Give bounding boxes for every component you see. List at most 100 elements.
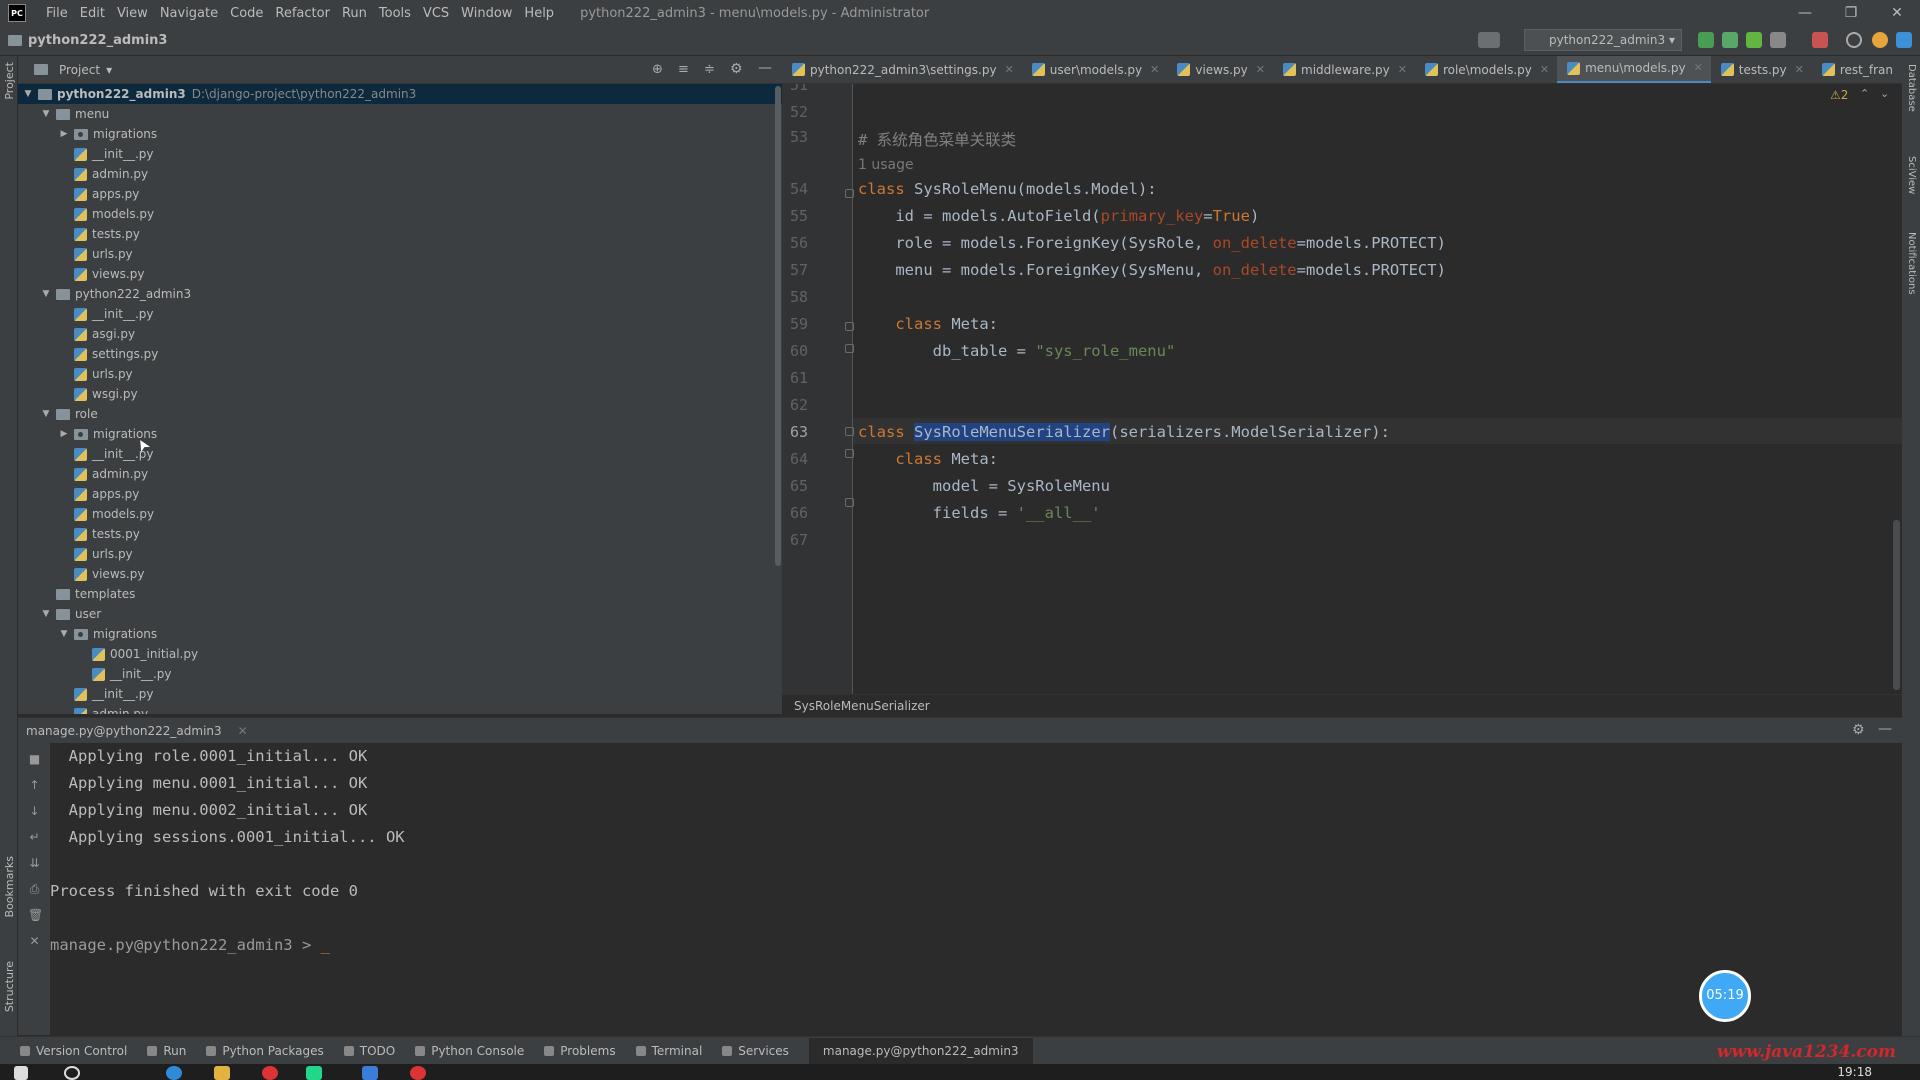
scroll-to-end-icon[interactable]: ⇊ xyxy=(28,857,41,870)
debug-icon[interactable] xyxy=(1722,32,1738,48)
tree-item[interactable]: templates xyxy=(40,584,135,604)
minimize-button[interactable]: — xyxy=(1782,0,1828,26)
trash-icon[interactable]: 🗑 xyxy=(28,909,43,922)
tool-window-run[interactable]: Run xyxy=(147,1044,186,1058)
chevron-down-icon[interactable]: ▼ xyxy=(58,624,70,644)
tree-item[interactable]: admin.py xyxy=(58,164,148,184)
collapse-all-icon[interactable]: ≑ xyxy=(704,62,715,77)
hide-panel-icon[interactable]: — xyxy=(758,60,772,76)
tool-window-terminal[interactable]: Terminal xyxy=(635,1044,702,1058)
chevron-down-icon[interactable]: ▼ xyxy=(40,284,52,304)
tree-item[interactable]: views.py xyxy=(58,264,144,284)
chevron-down-icon[interactable]: ▼ xyxy=(40,604,52,624)
close-icon[interactable]: ✕ xyxy=(28,935,41,948)
inspection-warnings-badge[interactable]: ⚠2 xyxy=(1830,88,1848,102)
profile-icon[interactable] xyxy=(1770,32,1786,48)
coverage-icon[interactable] xyxy=(1746,32,1762,48)
tree-scrollbar[interactable] xyxy=(775,86,781,566)
fold-marker-icon[interactable] xyxy=(845,498,854,507)
menu-view[interactable]: View xyxy=(111,6,154,21)
stop-icon[interactable] xyxy=(1812,32,1828,48)
menu-run[interactable]: Run xyxy=(336,6,373,21)
app-icon[interactable] xyxy=(410,1066,426,1080)
tree-item[interactable]: views.py xyxy=(58,564,144,584)
chevron-right-icon[interactable]: ▶ xyxy=(58,424,70,444)
locate-icon[interactable]: ⊕ xyxy=(652,62,663,77)
tree-item[interactable]: apps.py xyxy=(58,484,139,504)
tree-item[interactable]: admin.py xyxy=(58,464,148,484)
fold-marker-icon[interactable] xyxy=(845,322,854,331)
editor-tab[interactable]: tests.py ✕ xyxy=(1711,56,1812,83)
notifications-tool-button[interactable]: Notifications xyxy=(1906,232,1917,295)
tree-item[interactable]: ▼ menu xyxy=(40,104,110,124)
close-icon[interactable]: ✕ xyxy=(1398,56,1407,83)
print-icon[interactable]: ⎙ xyxy=(28,883,41,896)
tree-item[interactable]: __init__.py xyxy=(58,684,154,704)
tool-window-python-console[interactable]: Python Console xyxy=(415,1044,524,1058)
clock[interactable]: 19:18 xyxy=(1837,1064,1872,1080)
maximize-button[interactable]: ❐ xyxy=(1828,0,1874,26)
gear-icon[interactable]: ⚙ xyxy=(730,61,743,77)
tree-item[interactable]: apps.py xyxy=(58,184,139,204)
tree-item[interactable]: settings.py xyxy=(58,344,158,364)
hide-panel-icon[interactable]: — xyxy=(1878,721,1892,737)
tree-item[interactable]: asgi.py xyxy=(58,324,135,344)
stop-icon[interactable]: ■ xyxy=(28,753,41,766)
close-icon[interactable]: ✕ xyxy=(1005,56,1014,83)
edge-icon[interactable] xyxy=(166,1066,182,1080)
nav-project-name[interactable]: python222_admin3 xyxy=(28,33,167,48)
selected-class-name[interactable]: SysRoleMenuSerializer xyxy=(914,423,1110,441)
editor-tab[interactable]: user\models.py ✕ xyxy=(1022,56,1168,83)
fold-marker-icon[interactable] xyxy=(845,189,854,198)
tree-item[interactable]: models.py xyxy=(58,504,154,524)
update-icon[interactable] xyxy=(1872,32,1888,48)
project-view-selector[interactable]: Project ▾ xyxy=(34,63,112,77)
tree-item[interactable]: tests.py xyxy=(58,524,140,544)
soft-wrap-icon[interactable]: ↵ xyxy=(28,831,41,844)
editor-tab[interactable]: middleware.py ✕ xyxy=(1273,56,1415,83)
chevron-up-icon[interactable]: ⌃ xyxy=(1860,87,1869,100)
chevron-down-icon[interactable]: ▼ xyxy=(40,404,52,424)
tree-item[interactable]: ▼ role xyxy=(40,404,98,424)
run-configuration-select[interactable]: python222_admin3 ▾ xyxy=(1524,29,1682,51)
tree-item[interactable]: admin.py xyxy=(58,704,148,714)
close-icon[interactable]: ✕ xyxy=(1256,56,1265,83)
tree-item[interactable]: urls.py xyxy=(58,544,133,564)
close-icon[interactable]: ✕ xyxy=(1694,56,1703,82)
tree-item[interactable]: ▼ user xyxy=(40,604,102,624)
menu-vcs[interactable]: VCS xyxy=(417,6,455,21)
menu-window[interactable]: Window xyxy=(455,6,518,21)
tree-root-row[interactable]: ▼ python222_admin3 D:\django-project\pyt… xyxy=(18,84,782,104)
expand-all-icon[interactable]: ≡ xyxy=(678,62,689,77)
code-editor[interactable]: 51 52 53 54 55 56 57 58 59 60 61 62 63 64 65 66 67 ⚠2 ⌃ … xyxy=(782,84,1902,694)
project-tool-button[interactable]: Project xyxy=(3,62,16,100)
tool-window-problems[interactable]: Problems xyxy=(544,1044,616,1058)
close-icon[interactable]: ✕ xyxy=(238,724,248,738)
close-window-button[interactable]: ✕ xyxy=(1874,0,1920,26)
tool-window-manage-py[interactable]: manage.py@python222_admin3 xyxy=(808,1037,1033,1064)
editor-tab[interactable]: role\models.py ✕ xyxy=(1415,56,1557,83)
tool-window-services[interactable]: Services xyxy=(722,1044,789,1058)
arrow-down-icon[interactable]: ↓ xyxy=(28,805,41,818)
fold-marker-icon[interactable] xyxy=(845,449,854,458)
tree-item[interactable]: __init__.py xyxy=(58,144,154,164)
close-icon[interactable]: ✕ xyxy=(1150,56,1159,83)
editor-scrollbar[interactable] xyxy=(1893,520,1900,690)
pycharm-taskbar-icon[interactable] xyxy=(306,1066,322,1080)
menu-tools[interactable]: Tools xyxy=(373,6,417,21)
editor-tab[interactable]: menu\models.py ✕ xyxy=(1557,56,1711,83)
tree-item[interactable]: tests.py xyxy=(58,224,140,244)
menu-navigate[interactable]: Navigate xyxy=(154,6,224,21)
windows-start-icon[interactable] xyxy=(14,1066,28,1080)
chevron-down-icon[interactable]: ▼ xyxy=(40,104,52,124)
structure-tool-button[interactable]: Structure xyxy=(3,961,16,1012)
fold-marker-icon[interactable] xyxy=(845,344,854,353)
sciview-tool-button[interactable]: SciView xyxy=(1906,156,1917,194)
tree-item[interactable]: urls.py xyxy=(58,364,133,384)
tree-item[interactable]: wsgi.py xyxy=(58,384,138,404)
menu-edit[interactable]: Edit xyxy=(74,6,111,21)
chrome-icon[interactable] xyxy=(262,1066,278,1080)
bookmarks-tool-button[interactable]: Bookmarks xyxy=(3,856,16,917)
fold-marker-icon[interactable] xyxy=(845,427,854,436)
menu-refactor[interactable]: Refactor xyxy=(269,6,336,21)
